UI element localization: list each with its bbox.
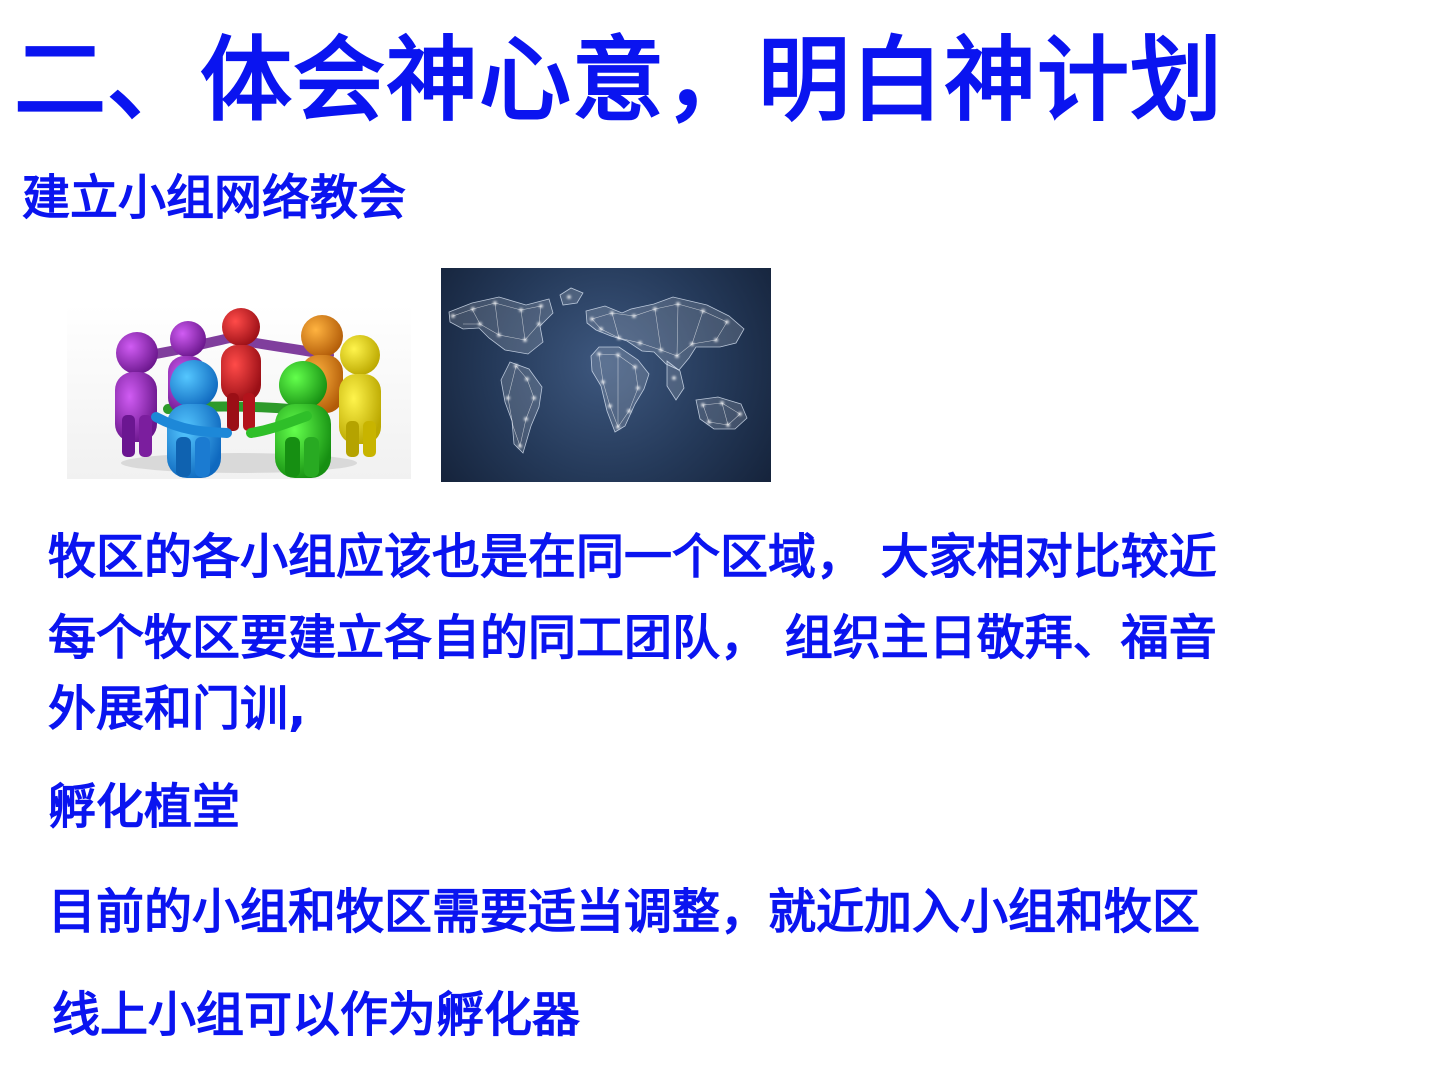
body-line-6: 线上小组可以作为孵化器: [52, 987, 581, 1043]
slide-title: 二、体会神心意，明白神计划: [14, 27, 1224, 134]
body-line-1: 牧区的各小组应该也是在同一个区域， 大家相对比较近: [48, 529, 1217, 585]
body-line-4: 孵化植堂: [48, 779, 241, 835]
slide-subtitle: 建立小组网络教会: [22, 170, 407, 226]
world-network-image: [441, 268, 771, 482]
body-line-5: 目前的小组和牧区需要适当调整，就近加入小组和牧区: [48, 884, 1201, 940]
people-circle-image: [67, 305, 411, 479]
body-line-2: 每个牧区要建立各自的同工团队， 组织主日敬拜、福音: [48, 610, 1217, 666]
slide: 二、体会神心意，明白神计划 建立小组网络教会 牧区的各小组应该也是在同一个区域，…: [0, 0, 1430, 1068]
body-line-3: 外展和门训,: [48, 681, 307, 737]
